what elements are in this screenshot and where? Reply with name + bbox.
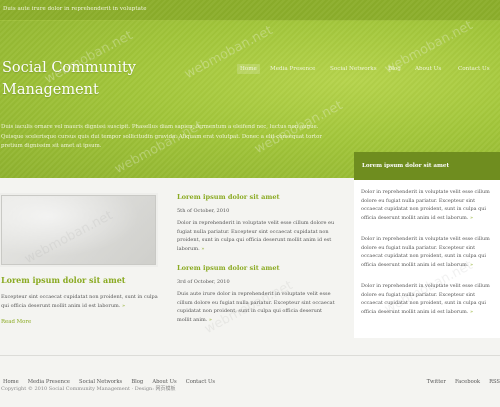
arrow-icon[interactable]: » (470, 262, 473, 268)
left-text: Excepteur sint occaecat cupidatat non pr… (1, 294, 158, 309)
blog-post: Lorem ipsum dolor sit amet 5th of Octobe… (177, 193, 337, 254)
nav-item-blog[interactable]: Blog (385, 64, 404, 74)
read-more-link[interactable]: Read More (1, 319, 31, 325)
left-heading[interactable]: Lorem ipsum dolor sit amet (1, 275, 125, 285)
sidebar-header: Lorem ipsum dolor sit amet (354, 152, 500, 180)
sidebar: Dolor in reprehenderit in voluptate veli… (354, 180, 500, 338)
post-title[interactable]: Lorem ipsum dolor sit amet (177, 264, 337, 272)
sidebar-paragraph: Dolor in reprehenderit in voluptate veli… (361, 189, 490, 221)
arrow-icon[interactable]: » (201, 246, 204, 252)
post-date: 5th of October, 2010 (177, 208, 230, 214)
nav-item-home[interactable]: Home (237, 64, 260, 74)
nav-item-about-us[interactable]: About Us (412, 64, 444, 74)
copyright: Copyright © 2010 Social Community Manage… (1, 386, 176, 392)
header-tagline: Duis iaculis ornare vel mauris dignissi … (1, 124, 322, 149)
post-text: Dolor in reprehenderit in voluptate veli… (177, 220, 335, 253)
footer-social: Twitter Facebook RSS (423, 368, 500, 387)
footer-divider (0, 355, 500, 356)
sidebar-paragraph: Dolor in reprehenderit in voluptate veli… (361, 236, 490, 268)
arrow-icon[interactable]: » (470, 309, 473, 315)
arrow-icon: » (121, 303, 126, 309)
post-text: Duis aute irure dolor in reprehenderit i… (177, 291, 335, 324)
nav-item-media-presence[interactable]: Media Presence (267, 64, 319, 74)
featured-image[interactable] (1, 195, 156, 265)
top-bar-text: Duis aute irure dolor in reprehenderit i… (3, 6, 147, 12)
sidebar-title: Lorem ipsum dolor sit amet (362, 163, 450, 169)
arrow-icon[interactable]: » (209, 317, 212, 323)
blog-post: Lorem ipsum dolor sit amet 3rd of Octobe… (177, 264, 337, 325)
nav-item-social-networks[interactable]: Social Networks (327, 64, 380, 74)
footer-link-facebook[interactable]: Facebook (455, 379, 480, 385)
main-nav: Home Media Presence Social Networks Blog… (0, 64, 500, 76)
footer-link-twitter[interactable]: Twitter (427, 379, 446, 385)
footer-link-contact-us[interactable]: Contact Us (186, 379, 215, 385)
post-date: 3rd of October, 2010 (177, 279, 230, 285)
top-bar: Duis aute irure dolor in reprehenderit i… (0, 0, 500, 21)
post-title[interactable]: Lorem ipsum dolor sit amet (177, 193, 337, 201)
arrow-icon[interactable]: » (470, 215, 473, 221)
sidebar-paragraph: Dolor in reprehenderit in voluptate veli… (361, 283, 490, 315)
nav-item-contact-us[interactable]: Contact Us (455, 64, 493, 74)
footer-link-rss[interactable]: RSS (489, 379, 500, 385)
footer-nav: Home Media Presence Social Networks Blog… (3, 368, 219, 385)
